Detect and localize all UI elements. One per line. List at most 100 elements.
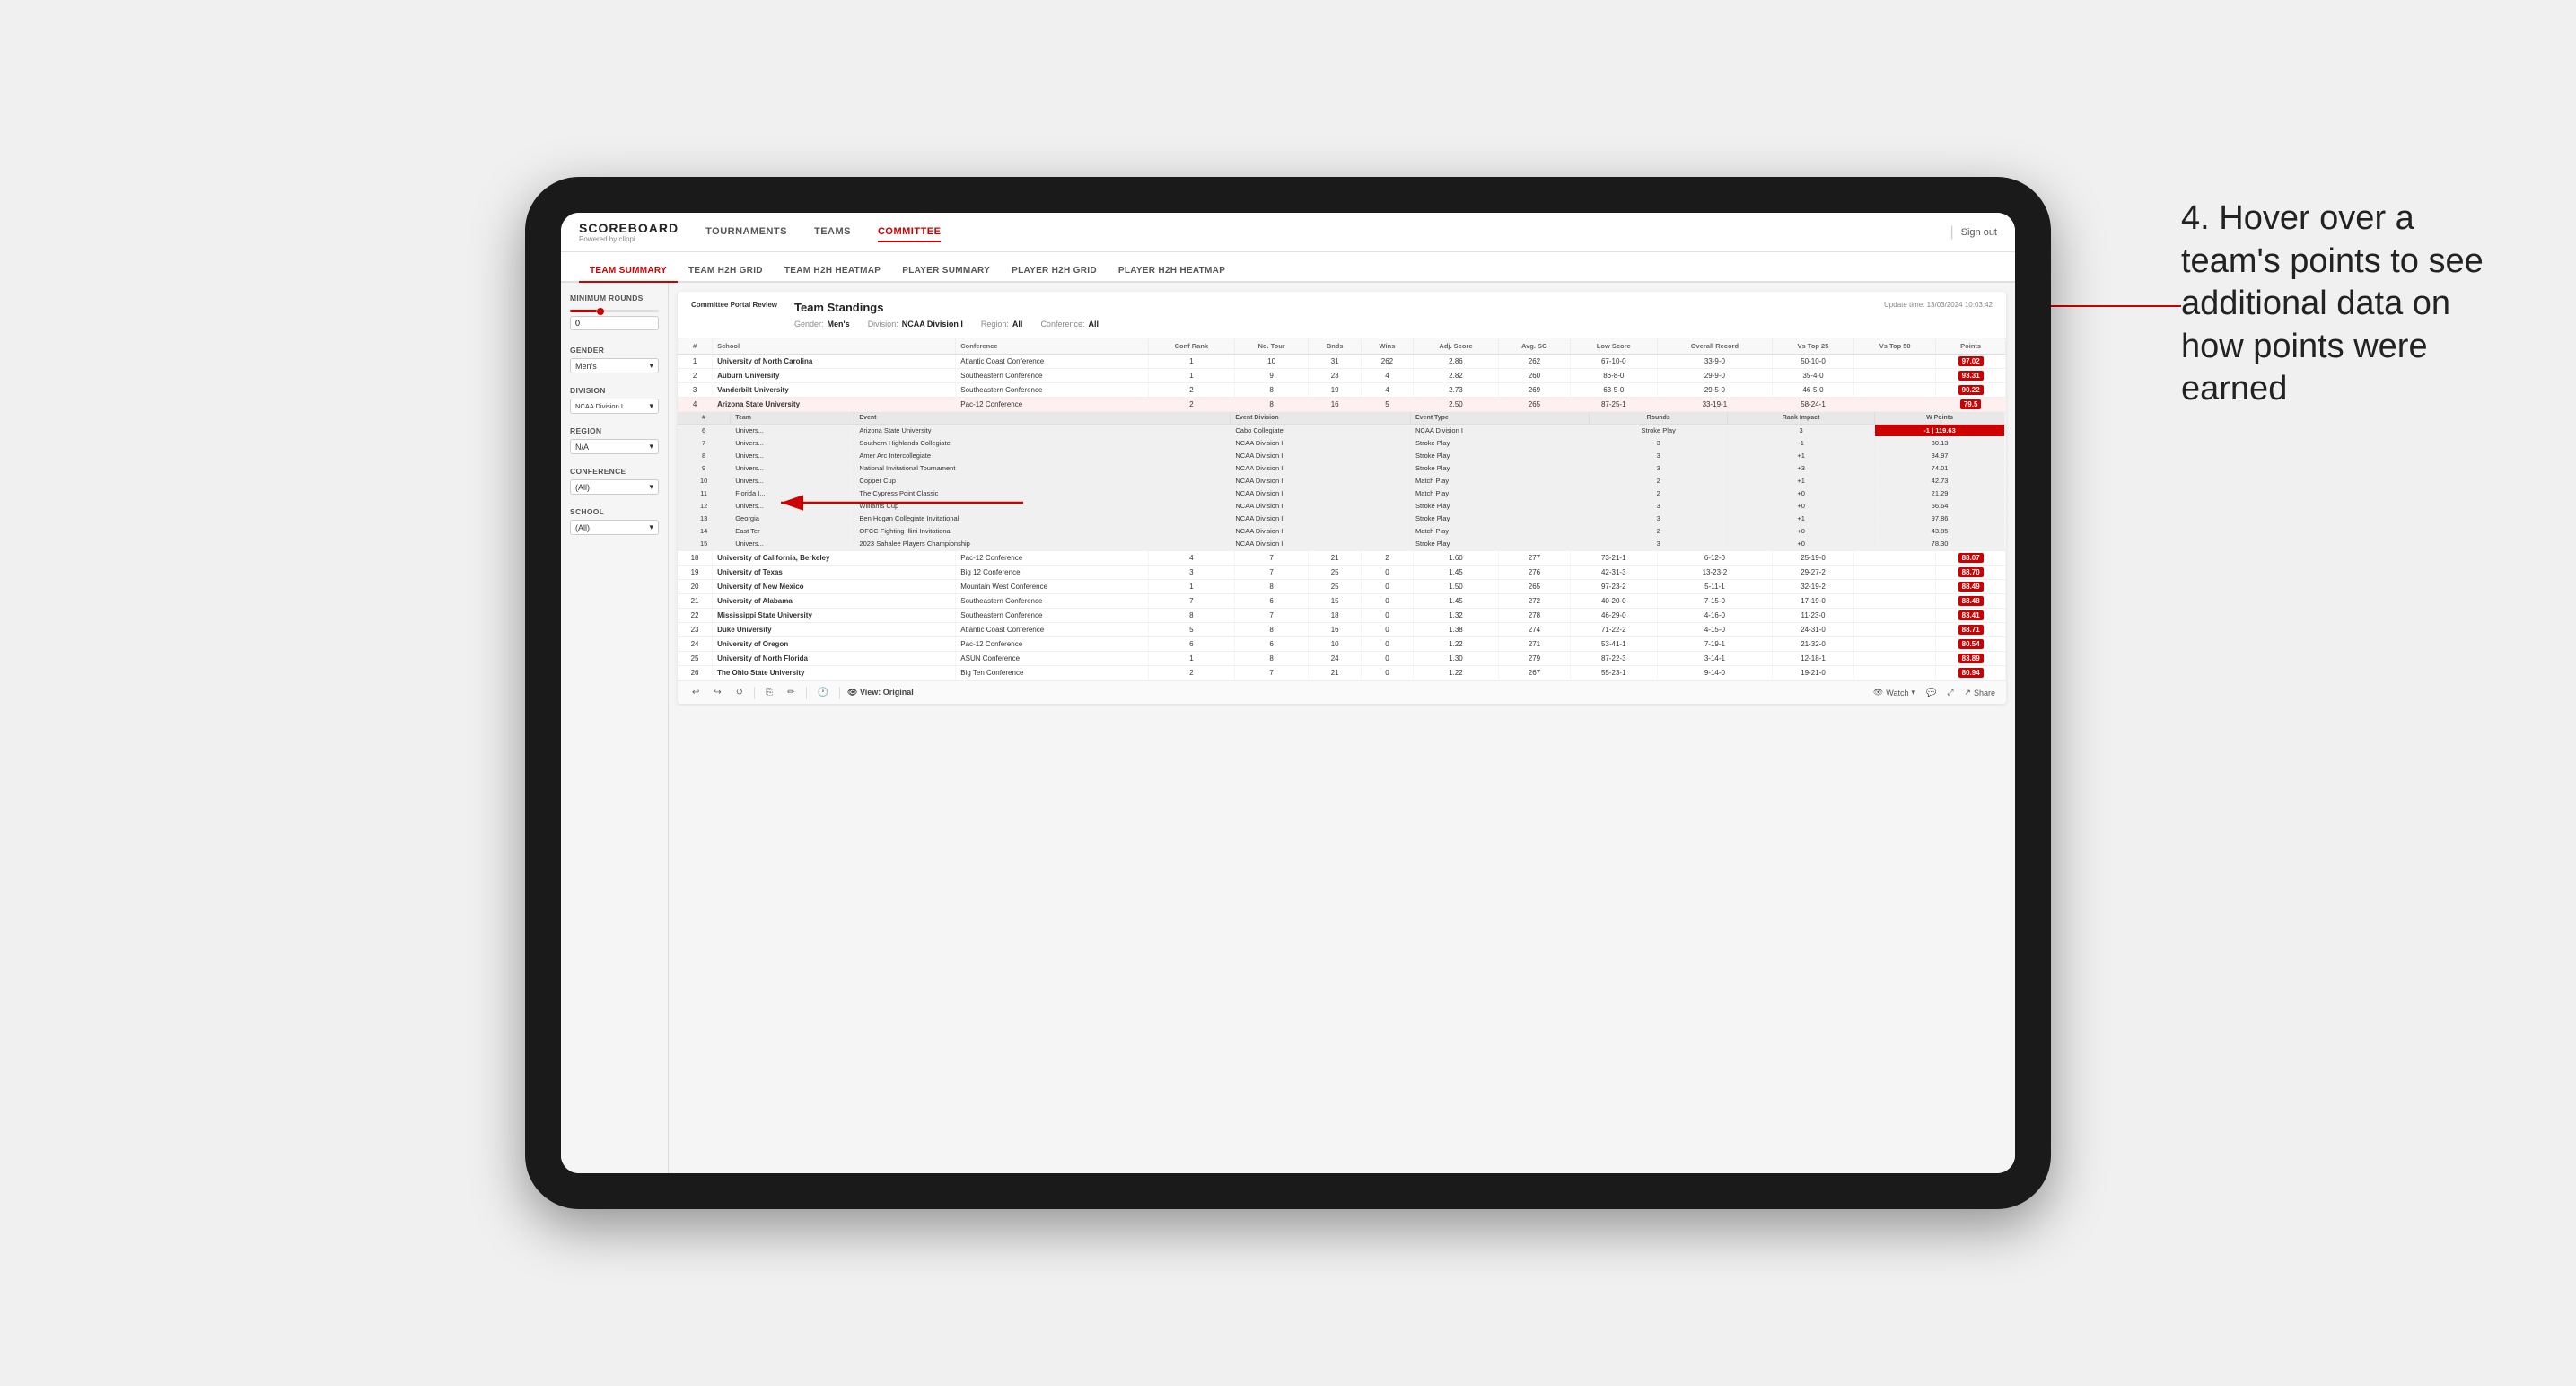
- comment-action[interactable]: 💬: [1926, 688, 1936, 697]
- table-row[interactable]: 19 University of Texas Big 12 Conference…: [678, 566, 2006, 580]
- cell-points[interactable]: 90.22: [1936, 383, 2006, 398]
- exp-cell-div: NCAA Division I: [1231, 437, 1411, 450]
- th-vs25: Vs Top 25: [1772, 338, 1853, 355]
- sidebar-gender-value[interactable]: Men's ▾: [570, 358, 659, 373]
- cell-points[interactable]: 97.02: [1936, 355, 2006, 369]
- table-row[interactable]: 22 Mississippi State University Southeas…: [678, 609, 2006, 623]
- exp-cell-type: Stroke Play: [1411, 437, 1590, 450]
- cell-tours: 9: [1235, 369, 1309, 383]
- update-time: Update time: 13/03/2024 10:03:42: [1884, 301, 1993, 309]
- exp-th-wpoints: W Points: [1875, 412, 2005, 425]
- nav-tournaments[interactable]: TOURNAMENTS: [705, 223, 787, 242]
- cell-rank: 2: [678, 369, 713, 383]
- cell-wins: 5: [1362, 398, 1413, 412]
- cell-conf: Southeastern Conference: [956, 383, 1148, 398]
- sidebar-region-value[interactable]: N/A ▾: [570, 439, 659, 454]
- table-row[interactable]: 18 University of California, Berkeley Pa…: [678, 551, 2006, 566]
- cell-adj: 2.50: [1413, 398, 1499, 412]
- cell-adj: 2.86: [1413, 355, 1499, 369]
- nav-committee[interactable]: COMMITTEE: [878, 223, 942, 242]
- table-row[interactable]: 2 Auburn University Southeastern Confere…: [678, 369, 2006, 383]
- table-row[interactable]: 25 University of North Florida ASUN Conf…: [678, 652, 2006, 666]
- sub-nav-team-summary[interactable]: TEAM SUMMARY: [579, 260, 678, 283]
- sub-nav-player-summary[interactable]: PLAYER SUMMARY: [891, 260, 1001, 283]
- sidebar-minimum-rounds: Minimum Rounds: [570, 294, 659, 333]
- exp-cell-rounds: 3: [1590, 437, 1728, 450]
- table-row-highlighted[interactable]: 4 Arizona State University Pac-12 Confer…: [678, 398, 2006, 412]
- expanded-header-row: # Team Event Event Division Event Type R…: [678, 412, 2006, 551]
- copy-button[interactable]: ⎘: [762, 686, 776, 699]
- expanded-row[interactable]: 11 Florida I... The Cypress Point Classi…: [678, 487, 2005, 500]
- clock-button[interactable]: 🕐: [814, 686, 832, 699]
- cell-tours: 10: [1235, 355, 1309, 369]
- edit-button[interactable]: ✏: [784, 686, 798, 699]
- table-row[interactable]: 1 University of North Carolina Atlantic …: [678, 355, 2006, 369]
- redo-button[interactable]: ↪: [710, 686, 724, 699]
- exp-th-num: #: [678, 412, 731, 425]
- expanded-row[interactable]: 15 Univers... 2023 Sahalee Players Champ…: [678, 538, 2005, 550]
- table-row[interactable]: 24 University of Oregon Pac-12 Conferenc…: [678, 637, 2006, 652]
- sidebar-division-value[interactable]: NCAA Division I ▾: [570, 399, 659, 414]
- sidebar-school-value[interactable]: (All) ▾: [570, 520, 659, 535]
- th-avg-sg: Avg. SG: [1499, 338, 1570, 355]
- th-vs50: Vs Top 50: [1854, 338, 1936, 355]
- exp-th-type: Event Type: [1411, 412, 1590, 425]
- sidebar-region-label: Region: [570, 426, 659, 435]
- expanded-row[interactable]: 10 Univers... Copper Cup NCAA Division I…: [678, 475, 2005, 487]
- cell-vs25: 46-5-0: [1772, 383, 1853, 398]
- slider-container[interactable]: [570, 306, 659, 316]
- sidebar-gender-section: Gender Men's ▾: [570, 346, 659, 373]
- th-rank: #: [678, 338, 713, 355]
- cell-bnds: 16: [1309, 398, 1362, 412]
- exp-cell-rank: -1: [1728, 437, 1875, 450]
- expanded-row[interactable]: 14 East Ter OFCC Fighting Illini Invitat…: [678, 525, 2005, 538]
- expanded-row[interactable]: 6 Univers... Arizona State University Ca…: [678, 425, 2005, 437]
- undo-button[interactable]: ↩: [688, 686, 703, 699]
- cell-avg: 265: [1499, 398, 1570, 412]
- cell-vs50: [1854, 355, 1936, 369]
- cell-conf-rank: 1: [1148, 369, 1234, 383]
- watch-action[interactable]: 👁 Watch ▾: [1873, 688, 1915, 697]
- share-action[interactable]: ↗ Share: [1964, 688, 1995, 697]
- table-row[interactable]: 21 University of Alabama Southeastern Co…: [678, 594, 2006, 609]
- sub-nav-player-h2h-heatmap[interactable]: PLAYER H2H HEATMAP: [1108, 260, 1236, 283]
- chevron-down-icon: ▾: [649, 401, 653, 411]
- cell-vs25: 35-4-0: [1772, 369, 1853, 383]
- sub-nav-player-h2h-grid[interactable]: PLAYER H2H GRID: [1001, 260, 1108, 283]
- sign-out-link[interactable]: Sign out: [1961, 227, 1997, 238]
- table-row[interactable]: 3 Vanderbilt University Southeastern Con…: [678, 383, 2006, 398]
- cell-school: Vanderbilt University: [713, 383, 956, 398]
- cell-points-highlighted[interactable]: 79.5: [1936, 398, 2006, 412]
- sub-nav-team-h2h-heatmap[interactable]: TEAM H2H HEATMAP: [774, 260, 891, 283]
- refresh-button[interactable]: ↺: [732, 686, 747, 699]
- cell-vs50: [1854, 369, 1936, 383]
- expanded-table-cell: # Team Event Event Division Event Type R…: [678, 412, 2006, 551]
- sub-nav-team-h2h-grid[interactable]: TEAM H2H GRID: [678, 260, 774, 283]
- expanded-row[interactable]: 8 Univers... Amer Arc Intercollegiate NC…: [678, 450, 2005, 462]
- expanded-row[interactable]: 7 Univers... Southern Highlands Collegia…: [678, 437, 2005, 450]
- exp-th-div: Event Division: [1231, 412, 1411, 425]
- expand-action[interactable]: ⤢: [1947, 688, 1953, 697]
- exp-th-event: Event: [854, 412, 1231, 425]
- footer-divider-2: [806, 687, 807, 699]
- expanded-row[interactable]: 12 Univers... Williams Cup NCAA Division…: [678, 500, 2005, 513]
- logo-area: SCOREBOARD Powered by clippi: [579, 221, 679, 243]
- annotation-text: 4. Hover over a team's points to see add…: [2181, 197, 2486, 411]
- cell-school: University of North Carolina: [713, 355, 956, 369]
- cell-conf-rank: 2: [1148, 383, 1234, 398]
- min-rounds-input[interactable]: [570, 316, 659, 330]
- table-row[interactable]: 26 The Ohio State University Big Ten Con…: [678, 666, 2006, 680]
- table-row[interactable]: 20 University of New Mexico Mountain Wes…: [678, 580, 2006, 594]
- th-overall: Overall Record: [1657, 338, 1772, 355]
- exp-cell-wpoints: 30.13: [1875, 437, 2005, 450]
- expanded-row[interactable]: 13 Georgia Ben Hogan Collegiate Invitati…: [678, 513, 2005, 525]
- nav-teams[interactable]: TEAMS: [814, 223, 851, 242]
- chevron-down-icon: ▾: [649, 522, 653, 532]
- table-row[interactable]: 23 Duke University Atlantic Coast Confer…: [678, 623, 2006, 637]
- cell-adj: 2.73: [1413, 383, 1499, 398]
- sidebar-conference-value[interactable]: (All) ▾: [570, 479, 659, 495]
- expanded-row[interactable]: 9 Univers... National Invitational Tourn…: [678, 462, 2005, 475]
- cell-points[interactable]: 93.31: [1936, 369, 2006, 383]
- cell-low: 86-8-0: [1570, 369, 1657, 383]
- cell-avg: 260: [1499, 369, 1570, 383]
